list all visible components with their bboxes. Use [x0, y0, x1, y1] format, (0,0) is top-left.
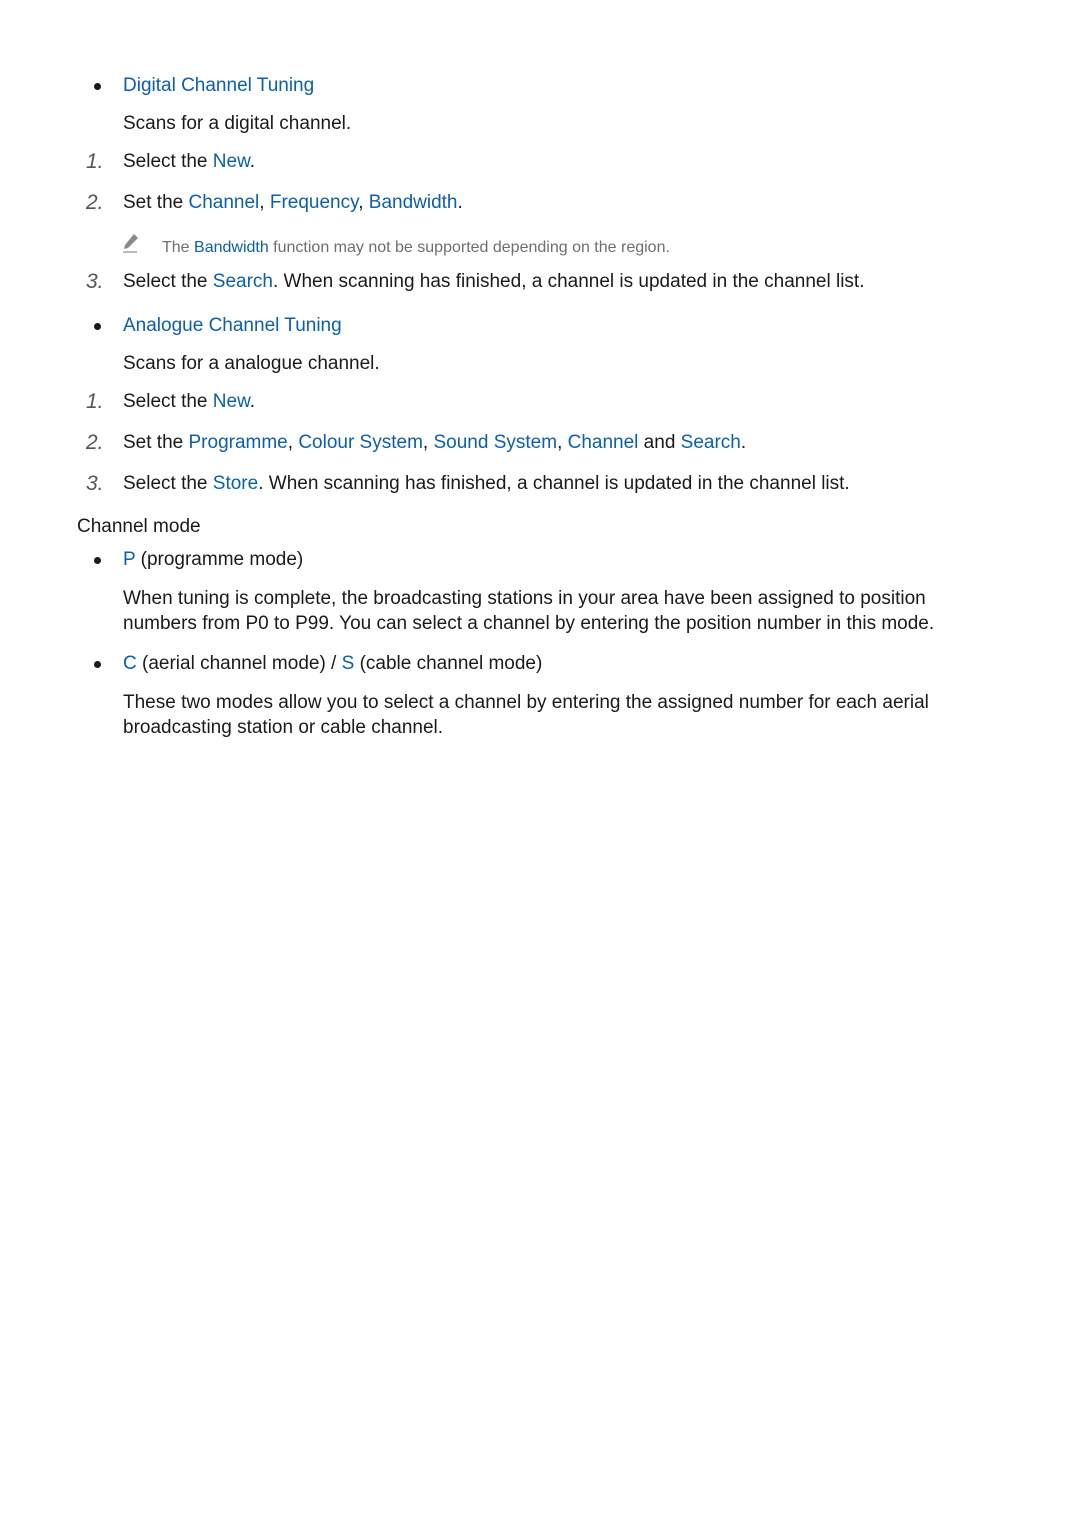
p-mode-desc: When tuning is complete, the broadcastin…	[123, 588, 935, 634]
separator: and	[638, 432, 681, 453]
keyword-c: C	[123, 653, 137, 674]
keyword-bandwidth: Bandwidth	[368, 192, 458, 213]
c-s-mode-label: C (aerial channel mode) / S (cable chann…	[123, 652, 542, 676]
digital-heading: Digital Channel Tuning	[123, 75, 315, 96]
note-text: function may not be supported depending …	[268, 239, 670, 256]
step-text: . When scanning has finished, a channel …	[272, 271, 865, 292]
keyword-search: Search	[680, 432, 741, 453]
keyword-new: New	[212, 151, 250, 172]
keyword-sound-system: Sound System	[433, 432, 558, 453]
analogue-step-1: Select the New.	[123, 390, 255, 414]
step-text: Set the	[123, 432, 189, 453]
step-text: .	[740, 432, 747, 453]
step-number: 1.	[86, 390, 104, 413]
bullet-c-s-mode	[94, 661, 101, 668]
keyword-store: Store	[212, 473, 259, 494]
note-bandwidth: The Bandwidth function may not be suppor…	[162, 238, 670, 258]
step-text: .	[249, 151, 256, 172]
note-text: The	[162, 239, 195, 256]
step-number: 2.	[86, 431, 104, 454]
bullet-p-mode	[94, 557, 101, 564]
separator: ,	[557, 432, 568, 453]
digital-step-3: Select the Search. When scanning has fin…	[123, 270, 864, 294]
separator: ,	[287, 432, 299, 453]
step-number: 1.	[86, 150, 104, 173]
step-text: Select the	[123, 473, 213, 494]
mode-text: (aerial channel mode) /	[136, 653, 342, 674]
analogue-step-3: Select the Store. When scanning has fini…	[123, 472, 850, 496]
step-text: Select the	[123, 151, 213, 172]
step-number: 3.	[86, 270, 104, 293]
analogue-heading: Analogue Channel Tuning	[123, 315, 342, 336]
channel-mode-title: Channel mode	[77, 516, 201, 537]
digital-step-1: Select the New.	[123, 150, 255, 174]
bullet-analogue	[94, 323, 101, 330]
digital-step-2: Set the Channel, Frequency, Bandwidth.	[123, 191, 463, 215]
step-number: 3.	[86, 472, 104, 495]
mode-text: (programme mode)	[135, 549, 304, 570]
keyword-colour-system: Colour System	[298, 432, 423, 453]
step-number: 2.	[86, 191, 104, 214]
analogue-step-2: Set the Programme, Colour System, Sound …	[123, 431, 746, 455]
keyword-programme: Programme	[188, 432, 288, 453]
keyword-search: Search	[212, 271, 273, 292]
keyword-frequency: Frequency	[269, 192, 359, 213]
step-text: Select the	[123, 391, 213, 412]
keyword-p: P	[123, 549, 136, 570]
separator: ,	[422, 432, 434, 453]
step-text: Set the	[123, 192, 189, 213]
p-mode-label: P (programme mode)	[123, 548, 303, 572]
pencil-icon	[123, 234, 138, 253]
step-text: .	[457, 192, 463, 213]
mode-text: (cable channel mode)	[354, 653, 543, 674]
step-text: .	[249, 391, 256, 412]
analogue-desc: Scans for a analogue channel.	[123, 353, 380, 374]
bullet-digital	[94, 83, 101, 90]
digital-desc: Scans for a digital channel.	[123, 113, 352, 134]
keyword-bandwidth: Bandwidth	[194, 239, 269, 256]
separator: ,	[358, 192, 369, 213]
step-text: Select the	[123, 271, 213, 292]
keyword-channel: Channel	[567, 432, 639, 453]
keyword-s: S	[341, 653, 355, 674]
c-s-mode-desc: These two modes allow you to select a ch…	[123, 692, 929, 738]
separator: ,	[259, 192, 270, 213]
keyword-new: New	[212, 391, 250, 412]
keyword-channel: Channel	[188, 192, 260, 213]
step-text: . When scanning has finished, a channel …	[258, 473, 850, 494]
